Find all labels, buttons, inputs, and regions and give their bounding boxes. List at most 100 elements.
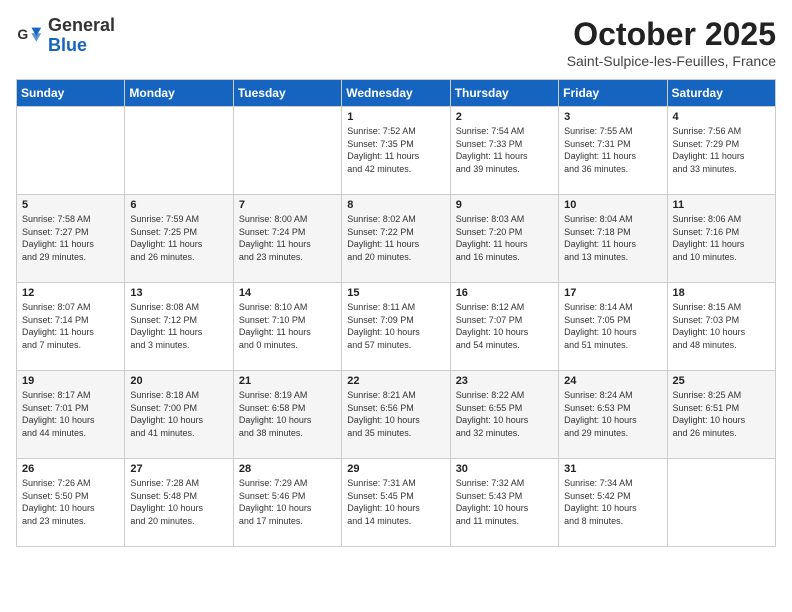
cell-daylight-info: Sunrise: 7:55 AM Sunset: 7:31 PM Dayligh…	[564, 125, 661, 175]
day-number: 21	[239, 375, 336, 387]
day-header-friday: Friday	[559, 80, 667, 107]
calendar-table: SundayMondayTuesdayWednesdayThursdayFrid…	[16, 79, 776, 547]
day-number: 24	[564, 375, 661, 387]
day-number: 22	[347, 375, 444, 387]
calendar-cell: 28 Sunrise: 7:29 AM Sunset: 5:46 PM Dayli…	[233, 459, 341, 547]
calendar-cell: 8 Sunrise: 8:02 AM Sunset: 7:22 PM Daylig…	[342, 195, 450, 283]
day-number: 10	[564, 199, 661, 211]
day-number: 26	[22, 463, 119, 475]
cell-daylight-info: Sunrise: 7:26 AM Sunset: 5:50 PM Dayligh…	[22, 477, 119, 527]
calendar-cell: 9 Sunrise: 8:03 AM Sunset: 7:20 PM Daylig…	[450, 195, 558, 283]
calendar-cell: 11 Sunrise: 8:06 AM Sunset: 7:16 PM Dayli…	[667, 195, 775, 283]
day-number: 18	[673, 287, 770, 299]
cell-daylight-info: Sunrise: 7:52 AM Sunset: 7:35 PM Dayligh…	[347, 125, 444, 175]
calendar-cell: 18Sunrise: 8:15 AM Sunset: 7:03 PM Dayli…	[667, 283, 775, 371]
cell-daylight-info: Sunrise: 8:11 AM Sunset: 7:09 PM Dayligh…	[347, 301, 444, 351]
calendar-cell: 31Sunrise: 7:34 AM Sunset: 5:42 PM Dayli…	[559, 459, 667, 547]
cell-daylight-info: Sunrise: 8:03 AM Sunset: 7:20 PM Dayligh…	[456, 213, 553, 263]
calendar-cell: 29Sunrise: 7:31 AM Sunset: 5:45 PM Dayli…	[342, 459, 450, 547]
calendar-week-row: 1 Sunrise: 7:52 AM Sunset: 7:35 PM Daylig…	[17, 107, 776, 195]
day-number: 1	[347, 111, 444, 123]
calendar-cell: 12 Sunrise: 8:07 AM Sunset: 7:14 PM Dayli…	[17, 283, 125, 371]
calendar-week-row: 12 Sunrise: 8:07 AM Sunset: 7:14 PM Dayli…	[17, 283, 776, 371]
day-number: 11	[673, 199, 770, 211]
calendar-cell: 14 Sunrise: 8:10 AM Sunset: 7:10 PM Dayli…	[233, 283, 341, 371]
month-title: October 2025	[567, 16, 776, 53]
calendar-cell: 25 Sunrise: 8:25 AM Sunset: 6:51 PM Dayli…	[667, 371, 775, 459]
cell-daylight-info: Sunrise: 8:00 AM Sunset: 7:24 PM Dayligh…	[239, 213, 336, 263]
day-number: 12	[22, 287, 119, 299]
cell-daylight-info: Sunrise: 7:58 AM Sunset: 7:27 PM Dayligh…	[22, 213, 119, 263]
day-number: 4	[673, 111, 770, 123]
day-number: 3	[564, 111, 661, 123]
cell-daylight-info: Sunrise: 8:22 AM Sunset: 6:55 PM Dayligh…	[456, 389, 553, 439]
calendar-cell	[125, 107, 233, 195]
day-number: 6	[130, 199, 227, 211]
calendar-cell: 6Sunrise: 7:59 AM Sunset: 7:25 PM Daylig…	[125, 195, 233, 283]
location: Saint-Sulpice-les-Feuilles, France	[567, 53, 776, 69]
cell-daylight-info: Sunrise: 7:29 AM Sunset: 5:46 PM Dayligh…	[239, 477, 336, 527]
day-number: 15	[347, 287, 444, 299]
day-header-wednesday: Wednesday	[342, 80, 450, 107]
cell-daylight-info: Sunrise: 7:34 AM Sunset: 5:42 PM Dayligh…	[564, 477, 661, 527]
cell-daylight-info: Sunrise: 7:28 AM Sunset: 5:48 PM Dayligh…	[130, 477, 227, 527]
cell-daylight-info: Sunrise: 8:25 AM Sunset: 6:51 PM Dayligh…	[673, 389, 770, 439]
day-number: 28	[239, 463, 336, 475]
logo-icon: G	[16, 22, 44, 50]
day-number: 7	[239, 199, 336, 211]
cell-daylight-info: Sunrise: 7:32 AM Sunset: 5:43 PM Dayligh…	[456, 477, 553, 527]
day-number: 14	[239, 287, 336, 299]
calendar-cell	[667, 459, 775, 547]
cell-daylight-info: Sunrise: 8:10 AM Sunset: 7:10 PM Dayligh…	[239, 301, 336, 351]
day-number: 30	[456, 463, 553, 475]
day-header-sunday: Sunday	[17, 80, 125, 107]
page-header: G General Blue October 2025 Saint-Sulpic…	[16, 16, 776, 69]
cell-daylight-info: Sunrise: 7:54 AM Sunset: 7:33 PM Dayligh…	[456, 125, 553, 175]
cell-daylight-info: Sunrise: 8:14 AM Sunset: 7:05 PM Dayligh…	[564, 301, 661, 351]
cell-daylight-info: Sunrise: 8:19 AM Sunset: 6:58 PM Dayligh…	[239, 389, 336, 439]
calendar-cell: 5 Sunrise: 7:58 AM Sunset: 7:27 PM Daylig…	[17, 195, 125, 283]
cell-daylight-info: Sunrise: 8:18 AM Sunset: 7:00 PM Dayligh…	[130, 389, 227, 439]
logo-text: General Blue	[48, 16, 115, 56]
cell-daylight-info: Sunrise: 8:02 AM Sunset: 7:22 PM Dayligh…	[347, 213, 444, 263]
calendar-cell: 27 Sunrise: 7:28 AM Sunset: 5:48 PM Dayli…	[125, 459, 233, 547]
day-number: 23	[456, 375, 553, 387]
calendar-cell: 21 Sunrise: 8:19 AM Sunset: 6:58 PM Dayli…	[233, 371, 341, 459]
calendar-cell: 30 Sunrise: 7:32 AM Sunset: 5:43 PM Dayli…	[450, 459, 558, 547]
cell-daylight-info: Sunrise: 7:56 AM Sunset: 7:29 PM Dayligh…	[673, 125, 770, 175]
calendar-cell	[233, 107, 341, 195]
calendar-cell: 1 Sunrise: 7:52 AM Sunset: 7:35 PM Daylig…	[342, 107, 450, 195]
calendar-cell: 23 Sunrise: 8:22 AM Sunset: 6:55 PM Dayli…	[450, 371, 558, 459]
calendar-week-row: 19Sunrise: 8:17 AM Sunset: 7:01 PM Dayli…	[17, 371, 776, 459]
cell-daylight-info: Sunrise: 8:06 AM Sunset: 7:16 PM Dayligh…	[673, 213, 770, 263]
logo: G General Blue	[16, 16, 115, 56]
cell-daylight-info: Sunrise: 8:07 AM Sunset: 7:14 PM Dayligh…	[22, 301, 119, 351]
day-header-saturday: Saturday	[667, 80, 775, 107]
day-number: 29	[347, 463, 444, 475]
svg-text:G: G	[17, 26, 28, 42]
calendar-cell: 20Sunrise: 8:18 AM Sunset: 7:00 PM Dayli…	[125, 371, 233, 459]
title-block: October 2025 Saint-Sulpice-les-Feuilles,…	[567, 16, 776, 69]
cell-daylight-info: Sunrise: 8:17 AM Sunset: 7:01 PM Dayligh…	[22, 389, 119, 439]
calendar-cell: 4 Sunrise: 7:56 AM Sunset: 7:29 PM Daylig…	[667, 107, 775, 195]
cell-daylight-info: Sunrise: 8:12 AM Sunset: 7:07 PM Dayligh…	[456, 301, 553, 351]
calendar-week-row: 5 Sunrise: 7:58 AM Sunset: 7:27 PM Daylig…	[17, 195, 776, 283]
calendar-cell: 16 Sunrise: 8:12 AM Sunset: 7:07 PM Dayli…	[450, 283, 558, 371]
day-header-thursday: Thursday	[450, 80, 558, 107]
calendar-header-row: SundayMondayTuesdayWednesdayThursdayFrid…	[17, 80, 776, 107]
day-number: 5	[22, 199, 119, 211]
day-number: 27	[130, 463, 227, 475]
calendar-cell: 13Sunrise: 8:08 AM Sunset: 7:12 PM Dayli…	[125, 283, 233, 371]
cell-daylight-info: Sunrise: 8:21 AM Sunset: 6:56 PM Dayligh…	[347, 389, 444, 439]
calendar-cell: 26 Sunrise: 7:26 AM Sunset: 5:50 PM Dayli…	[17, 459, 125, 547]
day-number: 2	[456, 111, 553, 123]
day-number: 8	[347, 199, 444, 211]
calendar-cell: 15 Sunrise: 8:11 AM Sunset: 7:09 PM Dayli…	[342, 283, 450, 371]
calendar-cell: 24Sunrise: 8:24 AM Sunset: 6:53 PM Dayli…	[559, 371, 667, 459]
calendar-cell: 7 Sunrise: 8:00 AM Sunset: 7:24 PM Daylig…	[233, 195, 341, 283]
day-number: 16	[456, 287, 553, 299]
calendar-cell: 22 Sunrise: 8:21 AM Sunset: 6:56 PM Dayli…	[342, 371, 450, 459]
day-number: 13	[130, 287, 227, 299]
day-number: 9	[456, 199, 553, 211]
day-number: 25	[673, 375, 770, 387]
